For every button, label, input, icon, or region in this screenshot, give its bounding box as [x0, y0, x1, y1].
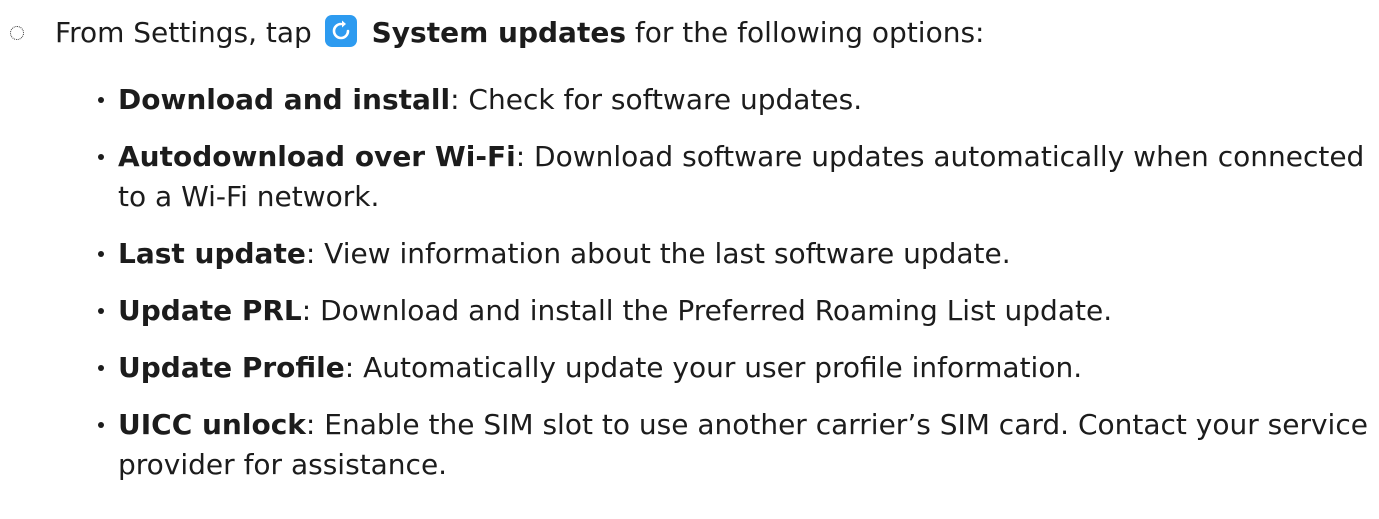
option-description: : Download and install the Preferred Roa…: [301, 294, 1113, 327]
option-description: : View information about the last softwa…: [305, 237, 1011, 270]
list-item: Last update: View information about the …: [98, 234, 1368, 274]
list-item: Download and install: Check for software…: [98, 80, 1368, 120]
system-updates-icon: [324, 15, 357, 47]
bullet: [98, 251, 104, 257]
option-description: : Enable the SIM slot to use another car…: [118, 408, 1368, 481]
bullet: [98, 422, 104, 428]
option-term: Download and install: [118, 83, 451, 116]
option-term: Update PRL: [118, 294, 302, 327]
bullet: [98, 365, 104, 371]
list-item: Update Profile: Automatically update you…: [98, 348, 1368, 388]
option-description: : Automatically update your user profile…: [344, 351, 1083, 384]
option-term: UICC unlock: [118, 408, 306, 441]
help-page: From Settings, tap System updates for th…: [0, 0, 1379, 519]
bullet: [98, 154, 104, 160]
step-prefix: From Settings, tap: [55, 16, 312, 49]
step-circle-icon: [10, 26, 24, 40]
bullet: [98, 97, 104, 103]
option-term: Last update: [118, 237, 306, 270]
list-item: Update PRL: Download and install the Pre…: [98, 291, 1368, 331]
step-text: From Settings, tap System updates for th…: [55, 14, 984, 52]
bullet: [98, 308, 104, 314]
option-term: Update Profile: [118, 351, 345, 384]
options-list: Download and install: Check for software…: [98, 80, 1368, 502]
system-updates-link: System updates: [371, 16, 626, 49]
option-description: : Check for software updates.: [450, 83, 863, 116]
step-suffix: for the following options:: [634, 16, 985, 49]
list-item: Autodownload over Wi-Fi: Download softwa…: [98, 137, 1368, 217]
list-item: UICC unlock: Enable the SIM slot to use …: [98, 405, 1368, 485]
option-term: Autodownload over Wi-Fi: [118, 140, 516, 173]
